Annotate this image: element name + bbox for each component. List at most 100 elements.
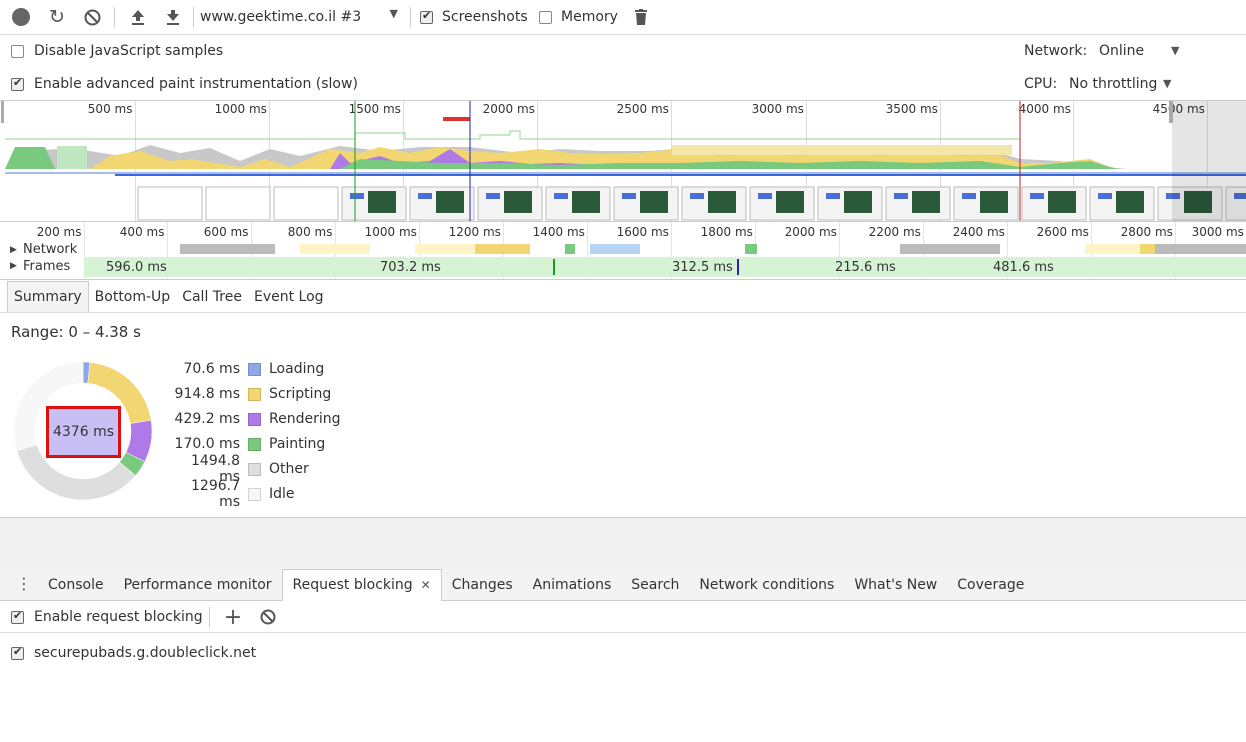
drawer-tab-network-conditions[interactable]: Network conditions xyxy=(689,569,844,601)
drawer-tab-search[interactable]: Search xyxy=(621,569,689,601)
drawer-tab-coverage[interactable]: Coverage xyxy=(947,569,1034,601)
advanced-paint-checkbox[interactable]: Enable advanced paint instrumentation (s… xyxy=(11,76,358,92)
frame-duration[interactable]: 215.6 ms xyxy=(835,260,896,275)
network-request-bar[interactable] xyxy=(1140,244,1155,254)
legend-swatch xyxy=(248,387,261,401)
screenshots-checkbox[interactable]: Screenshots xyxy=(420,9,528,25)
screenshot-filmstrip xyxy=(137,186,1246,221)
drawer-tab-changes[interactable]: Changes xyxy=(442,569,523,601)
legend-row-idle: 1296.7 ms Idle xyxy=(170,478,295,510)
expand-triangle-icon[interactable]: ▶ xyxy=(10,245,17,255)
legend-row-painting: 170.0 ms Painting xyxy=(170,435,326,453)
toolbar-separator xyxy=(209,607,210,627)
frame-duration[interactable]: 312.5 ms xyxy=(672,260,733,275)
timeline-tracks[interactable]: 200 ms 400 ms 600 ms 800 ms 1000 ms 1200 ms 14… xyxy=(0,222,1246,280)
frame-duration[interactable]: 703.2 ms xyxy=(380,260,441,275)
capture-settings-pane: Disable JavaScript samples Enable advanc… xyxy=(0,35,1246,101)
hatched-region xyxy=(57,146,87,169)
legend-label: Other xyxy=(269,461,309,477)
timeline-tick-label: 1400 ms xyxy=(532,225,585,239)
advanced-paint-label: Enable advanced paint instrumentation (s… xyxy=(34,76,358,92)
blocked-pattern-checkbox[interactable] xyxy=(11,645,24,660)
expand-triangle-icon[interactable]: ▶ xyxy=(10,261,17,271)
frames-track-label: Frames xyxy=(23,259,71,274)
chevron-down-icon: ▼ xyxy=(1171,44,1180,57)
upload-icon[interactable] xyxy=(128,6,148,28)
record-icon[interactable] xyxy=(12,8,30,26)
network-request-bar[interactable] xyxy=(1155,244,1246,254)
tab-summary-label: Summary xyxy=(14,289,82,305)
more-tabs-kebab-icon[interactable]: ⋮ xyxy=(16,574,32,594)
network-request-bar[interactable] xyxy=(1085,244,1140,254)
timeline-tick-label: 2600 ms xyxy=(1036,225,1089,239)
blocked-patterns-list: securepubads.g.doubleclick.net xyxy=(0,633,1246,742)
pie-total-value: 4376 ms xyxy=(52,424,114,440)
legend-label: Scripting xyxy=(269,386,332,402)
disable-js-samples-box[interactable] xyxy=(11,44,24,58)
timeline-tick-label: 800 ms xyxy=(287,225,333,239)
tab-bottom-up[interactable]: Bottom-Up xyxy=(89,281,177,312)
screenshot-content xyxy=(690,193,704,199)
reload-icon[interactable]: ↻ xyxy=(47,6,67,28)
enable-request-blocking-checkbox[interactable]: Enable request blocking xyxy=(11,609,203,625)
drawer-tab-request-blocking[interactable]: Request blocking ✕ xyxy=(281,568,442,601)
trash-icon[interactable] xyxy=(633,7,649,27)
network-throttling-value: Online xyxy=(1099,43,1145,59)
network-bar xyxy=(115,174,1246,176)
network-request-bar[interactable] xyxy=(180,244,275,254)
clear-icon[interactable] xyxy=(82,6,102,28)
close-tab-icon[interactable]: ✕ xyxy=(421,578,431,592)
network-request-bar[interactable] xyxy=(745,244,757,254)
memory-checkbox-box[interactable] xyxy=(539,10,552,24)
legend-value: 70.6 ms xyxy=(183,361,240,377)
screenshot-content xyxy=(622,193,636,199)
long-task-marker xyxy=(443,117,470,121)
legend-swatch xyxy=(248,487,261,501)
network-request-bar[interactable] xyxy=(565,244,575,254)
network-request-bar[interactable] xyxy=(900,244,1000,254)
overview-window-handle xyxy=(1169,101,1173,123)
screenshot-content xyxy=(826,193,840,199)
tab-event-log[interactable]: Event Log xyxy=(248,281,330,312)
screenshot-content xyxy=(758,193,772,199)
disable-js-samples-checkbox[interactable]: Disable JavaScript samples xyxy=(11,43,223,59)
network-request-bar[interactable] xyxy=(415,244,475,254)
add-pattern-icon[interactable]: + xyxy=(223,605,243,630)
network-track[interactable]: ▶ Network xyxy=(0,242,1246,256)
drawer-tab-animations[interactable]: Animations xyxy=(523,569,622,601)
drawer-tab-performance-monitor[interactable]: Performance monitor xyxy=(114,569,282,601)
screenshots-checkbox-box[interactable] xyxy=(420,9,433,24)
advanced-paint-box[interactable] xyxy=(11,76,24,91)
enable-request-blocking-box[interactable] xyxy=(11,609,24,624)
download-icon[interactable] xyxy=(163,6,183,28)
tab-call-tree-label: Call Tree xyxy=(182,288,242,305)
drawer-tab-label: Console xyxy=(48,576,104,593)
frame-duration[interactable]: 481.6 ms xyxy=(993,260,1054,275)
legend-swatch xyxy=(248,437,261,451)
screenshots-label: Screenshots xyxy=(442,9,528,25)
range-text: Range: 0 – 4.38 s xyxy=(11,323,141,341)
performance-toolbar: ↻ www.geektime.co.il #3 ▼ Screenshots Me… xyxy=(0,0,1246,35)
tab-summary[interactable]: Summary xyxy=(7,281,89,312)
drawer-tab-what-s-new[interactable]: What's New xyxy=(844,569,947,601)
network-request-bar[interactable] xyxy=(590,244,640,254)
cpu-throttling-select[interactable]: No throttling ▼ xyxy=(1069,76,1175,92)
profile-select[interactable]: www.geektime.co.il #3 ▼ xyxy=(200,7,402,27)
frames-track[interactable]: ▶ Frames 596.0 ms 703.2 ms 312.5 ms 215.… xyxy=(0,257,1246,277)
request-blocking-toolbar: Enable request blocking + xyxy=(0,601,1246,633)
legend-value: 429.2 ms xyxy=(174,411,240,427)
blocked-pattern-item[interactable]: securepubads.g.doubleclick.net xyxy=(11,645,256,661)
network-request-bar[interactable] xyxy=(475,244,530,254)
legend-label: Painting xyxy=(269,436,326,452)
drawer-tab-console[interactable]: Console xyxy=(38,569,114,601)
frame-duration[interactable]: 596.0 ms xyxy=(106,260,167,275)
timeline-overview[interactable]: 500 ms 1000 ms 1500 ms 2000 ms 2500 ms 3000 m… xyxy=(0,101,1246,222)
memory-checkbox[interactable]: Memory xyxy=(539,9,618,25)
remove-all-patterns-icon[interactable] xyxy=(259,607,277,627)
network-request-bar[interactable] xyxy=(300,244,370,254)
drawer-splitter-area xyxy=(0,518,1246,568)
tab-call-tree[interactable]: Call Tree xyxy=(176,281,248,312)
network-throttling-select[interactable]: Online ▼ xyxy=(1099,43,1185,59)
screenshot-thumbnail xyxy=(205,186,271,221)
screenshot-content xyxy=(980,191,1008,213)
